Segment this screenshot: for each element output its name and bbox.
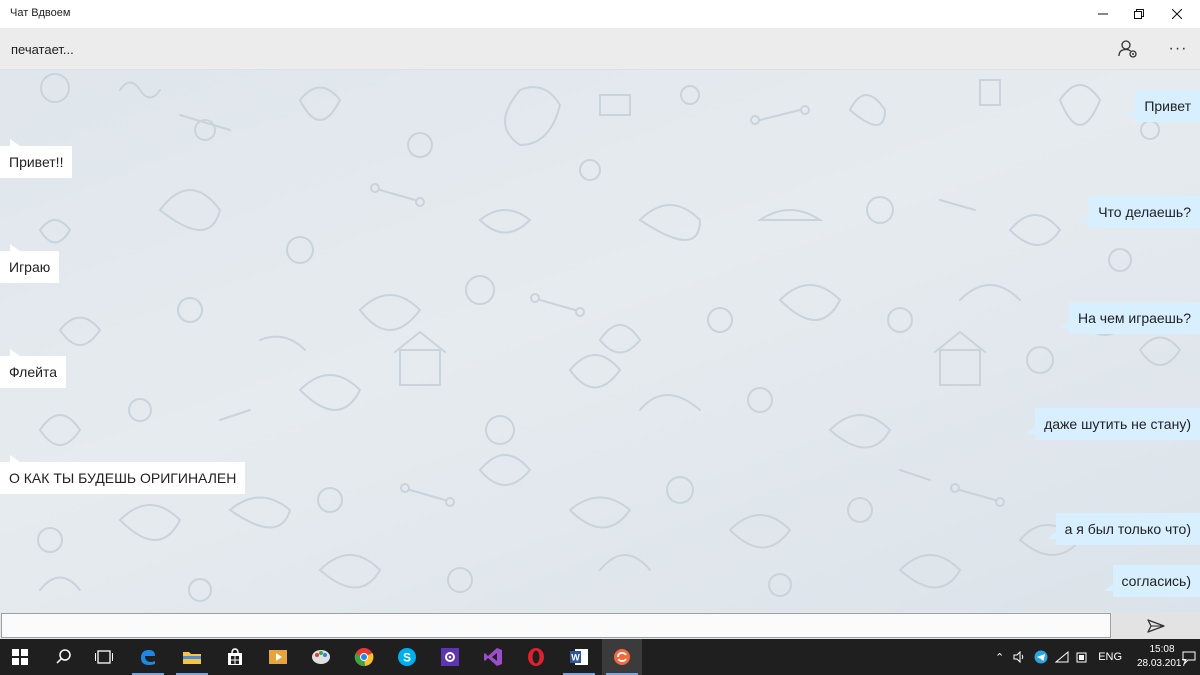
taskbar-app-skype[interactable]: S (387, 639, 427, 675)
task-view-button[interactable] (84, 639, 124, 675)
message-incoming: Флейта (0, 349, 66, 388)
settings-app-icon (441, 648, 459, 666)
svg-text:S: S (403, 651, 411, 665)
task-view-icon (95, 650, 113, 664)
chrome-icon (354, 648, 374, 667)
media-player-icon (269, 650, 287, 664)
system-tray: ⌃ ENG (995, 639, 1122, 675)
language-indicator[interactable]: ENG (1098, 651, 1122, 663)
file-explorer-icon (183, 652, 201, 664)
word-icon: W (570, 649, 588, 665)
battery-icon[interactable] (1076, 651, 1088, 663)
tray-chevron-up-icon[interactable]: ⌃ (995, 651, 1004, 664)
svg-text:W: W (571, 653, 580, 663)
chat-header: печатает... ··· (0, 28, 1200, 70)
message-incoming: О КАК ТЫ БУДЕШЬ ОРИГИНАЛЕН (0, 455, 246, 494)
volume-icon[interactable] (1013, 651, 1027, 663)
contact-settings-button[interactable] (1112, 34, 1144, 64)
taskbar-app-media[interactable] (258, 639, 298, 675)
message-outgoing: Привет (1126, 90, 1200, 122)
composer-bar (0, 612, 1200, 639)
edge-icon (141, 650, 155, 665)
window-title: Чат Вдвоем (10, 7, 71, 19)
opera-icon (528, 648, 544, 666)
more-options-button[interactable]: ··· (1162, 34, 1194, 64)
taskbar-app-opera[interactable] (516, 639, 556, 675)
close-icon (1172, 9, 1182, 19)
doodle-background (37, 73, 1182, 602)
notifications-button[interactable] (1182, 639, 1196, 675)
taskbar-app-paint[interactable] (301, 639, 341, 675)
skype-icon: S (398, 648, 416, 666)
start-icon (12, 649, 28, 665)
message-incoming: Привет!! (0, 139, 73, 178)
taskbar-app-settings[interactable] (430, 639, 470, 675)
taskbar-app-explorer[interactable] (172, 639, 212, 675)
taskbar: S W ⌃ ENG 15:08 28.03.2017 (0, 639, 1200, 675)
telegram-tray-icon[interactable] (1034, 650, 1048, 664)
taskbar-app-edge[interactable] (128, 639, 168, 675)
taskbar-app-word[interactable]: W (559, 639, 599, 675)
taskbar-app-visual-studio[interactable] (473, 639, 513, 675)
wifi-icon[interactable] (1055, 651, 1069, 663)
message-outgoing: согласись) (1103, 565, 1200, 597)
chat-app-icon (614, 649, 630, 665)
taskbar-app-store[interactable] (215, 639, 255, 675)
message-outgoing: а я был только что) (1046, 513, 1200, 545)
send-icon (1147, 618, 1165, 633)
visual-studio-icon (484, 648, 502, 666)
chat-area[interactable]: Привет Привет!! Что делаешь? Играю На че… (0, 70, 1200, 612)
send-button[interactable] (1112, 612, 1200, 639)
start-button[interactable] (0, 639, 40, 675)
message-input[interactable] (1, 613, 1111, 638)
title-bar: Чат Вдвоем (0, 0, 1200, 28)
message-outgoing: Что делаешь? (1080, 196, 1200, 228)
message-outgoing: На чем играешь? (1060, 302, 1200, 334)
taskbar-app-chat[interactable] (602, 639, 642, 675)
more-icon: ··· (1168, 40, 1188, 57)
store-icon (228, 648, 242, 665)
typing-status: печатает... (11, 42, 74, 57)
close-button[interactable] (1154, 0, 1200, 28)
paint-icon (312, 650, 330, 664)
restore-icon (1134, 9, 1144, 19)
message-outgoing: даже шутить не стану) (1026, 408, 1200, 440)
taskbar-app-chrome[interactable] (344, 639, 384, 675)
person-settings-icon (1118, 40, 1137, 58)
search-icon (56, 649, 71, 664)
action-center-icon (1182, 651, 1196, 664)
minimize-icon (1098, 13, 1108, 15)
search-button[interactable] (44, 639, 84, 675)
message-incoming: Играю (0, 244, 60, 283)
